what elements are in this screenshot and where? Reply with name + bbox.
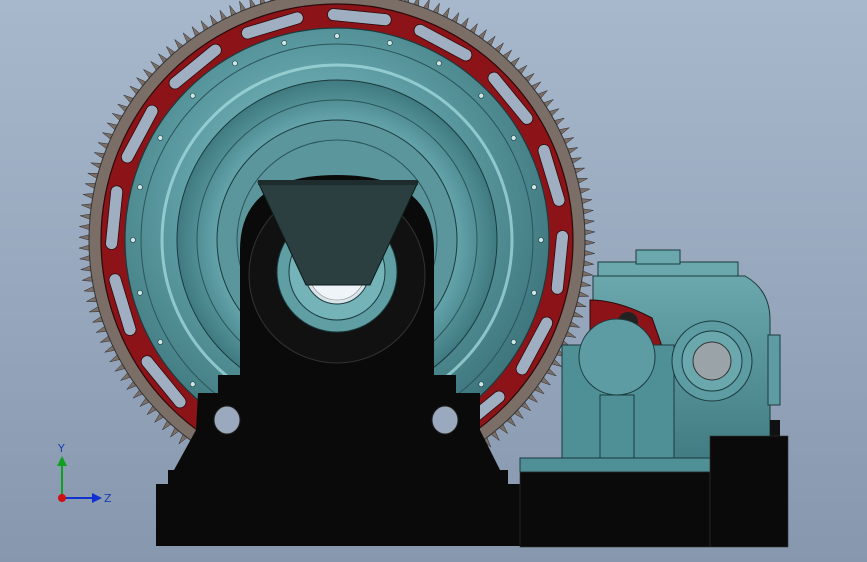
y-axis-label: Y <box>57 442 65 455</box>
flange-bolt <box>189 92 196 99</box>
flange-bolt <box>189 381 196 388</box>
flange-bolt <box>130 237 136 243</box>
gear-tooth <box>78 255 91 262</box>
x-axis-dot <box>58 494 66 502</box>
gear-tooth <box>582 208 595 215</box>
flange-bolt <box>157 339 164 345</box>
gear-tooth <box>583 260 595 267</box>
gear-tooth <box>83 286 95 292</box>
flange-bolt <box>386 40 393 46</box>
gear-tooth <box>578 291 590 297</box>
gear-tooth <box>583 218 596 225</box>
gear-tooth <box>78 224 90 230</box>
gear-tooth <box>81 275 93 282</box>
gear-tooth <box>579 188 591 194</box>
flange-bolt <box>531 184 537 191</box>
axis-triad: Y Z <box>57 442 112 505</box>
z-axis-label: Z <box>104 492 112 505</box>
flange-bolt <box>538 237 544 243</box>
flange-bolt <box>137 289 143 296</box>
gear-tooth <box>79 265 92 272</box>
gear-tooth <box>80 203 92 210</box>
flange-bolt <box>478 92 485 99</box>
flange-bolt <box>137 184 143 191</box>
flange-bolt <box>157 135 164 141</box>
flange-bolt <box>281 40 288 46</box>
gear-tooth <box>79 213 91 220</box>
flange-bolt <box>510 339 517 345</box>
ball-mill-model[interactable] <box>0 0 867 562</box>
gear-tooth <box>581 198 593 205</box>
gear-tooth <box>78 244 90 251</box>
gear-tooth <box>84 183 96 189</box>
gear-tooth <box>584 250 596 256</box>
gear-tooth <box>78 234 90 241</box>
z-axis-arrow <box>92 493 102 503</box>
flange-bolt <box>531 289 537 296</box>
flange-bolt <box>334 33 340 39</box>
gear-tooth <box>82 193 94 200</box>
flange-bolt <box>510 135 517 141</box>
flange-bolt <box>232 60 238 67</box>
flange-bolt <box>478 381 485 388</box>
gear-tooth <box>584 239 596 246</box>
gear-tooth <box>582 270 594 277</box>
flange-bolt <box>436 60 442 67</box>
gear-tooth <box>580 280 592 287</box>
y-axis-arrow <box>57 456 67 466</box>
cad-viewport[interactable]: Y Z <box>0 0 867 562</box>
gear-tooth <box>584 229 596 236</box>
